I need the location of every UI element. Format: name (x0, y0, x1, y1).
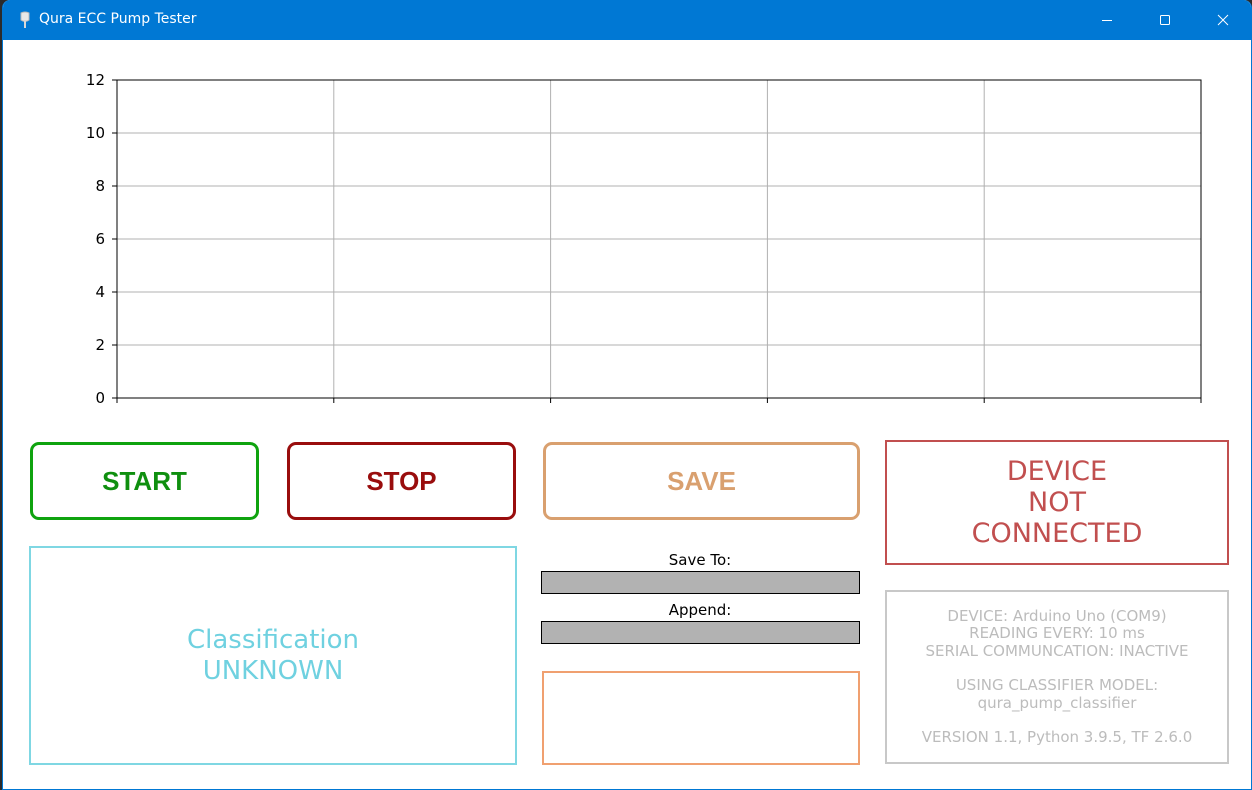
serial-status: SERIAL COMMUNCATION: INACTIVE (925, 641, 1189, 660)
y-tick-label: 6 (95, 230, 105, 248)
classification-panel: Classification UNKNOWN (29, 546, 517, 765)
maximize-button[interactable] (1136, 0, 1194, 40)
device-info-panel: DEVICE: Arduino Uno (COM9) READING EVERY… (885, 590, 1229, 764)
minimize-icon (1102, 20, 1112, 21)
append-input[interactable] (541, 621, 860, 644)
minimize-button[interactable] (1078, 0, 1136, 40)
y-tick-label: 2 (95, 336, 105, 354)
save-button[interactable]: SAVE (543, 442, 860, 520)
status-line: CONNECTED (971, 518, 1143, 549)
model-name: qura_pump_classifier (977, 693, 1137, 712)
app-logo-icon (20, 11, 30, 28)
save-to-input[interactable] (541, 571, 860, 594)
close-button[interactable] (1194, 0, 1251, 40)
signal-chart: 0 2 4 6 8 10 12 (86, 71, 1202, 407)
close-icon (1217, 14, 1229, 26)
stop-button[interactable]: STOP (287, 442, 516, 520)
device-info: DEVICE: Arduino Uno (COM9) (947, 606, 1167, 625)
version-info: VERSION 1.1, Python 3.9.5, TF 2.6.0 (921, 728, 1193, 746)
chart-x-axis (116, 398, 1202, 403)
window-title: Qura ECC Pump Tester (39, 11, 197, 27)
start-button[interactable]: START (30, 442, 259, 520)
y-tick-label: 12 (86, 71, 105, 89)
title-bar[interactable]: Qura ECC Pump Tester (3, 0, 1251, 40)
maximize-icon (1160, 15, 1170, 25)
classification-label: Classification (186, 624, 360, 655)
app-window: Qura ECC Pump Tester 0 2 4 6 8 10 12 START STO… (2, 0, 1252, 790)
y-tick-label: 4 (95, 283, 105, 301)
model-label: USING CLASSIFIER MODEL: (955, 676, 1159, 694)
save-log-box (542, 671, 860, 765)
connection-status: DEVICE NOT CONNECTED (885, 440, 1229, 565)
y-tick-label: 8 (95, 177, 105, 195)
save-to-label: Save To: (668, 551, 732, 569)
reading-interval: READING EVERY: 10 ms (969, 624, 1145, 642)
status-line: DEVICE (1006, 456, 1108, 487)
append-label: Append: (668, 601, 732, 619)
y-tick-label: 10 (86, 124, 105, 142)
chart-y-axis: 0 2 4 6 8 10 12 (86, 71, 117, 407)
classification-value: UNKNOWN (202, 655, 344, 686)
chart-grid (117, 79, 1201, 399)
status-line: NOT (1028, 487, 1086, 518)
y-tick-label: 0 (95, 389, 105, 407)
